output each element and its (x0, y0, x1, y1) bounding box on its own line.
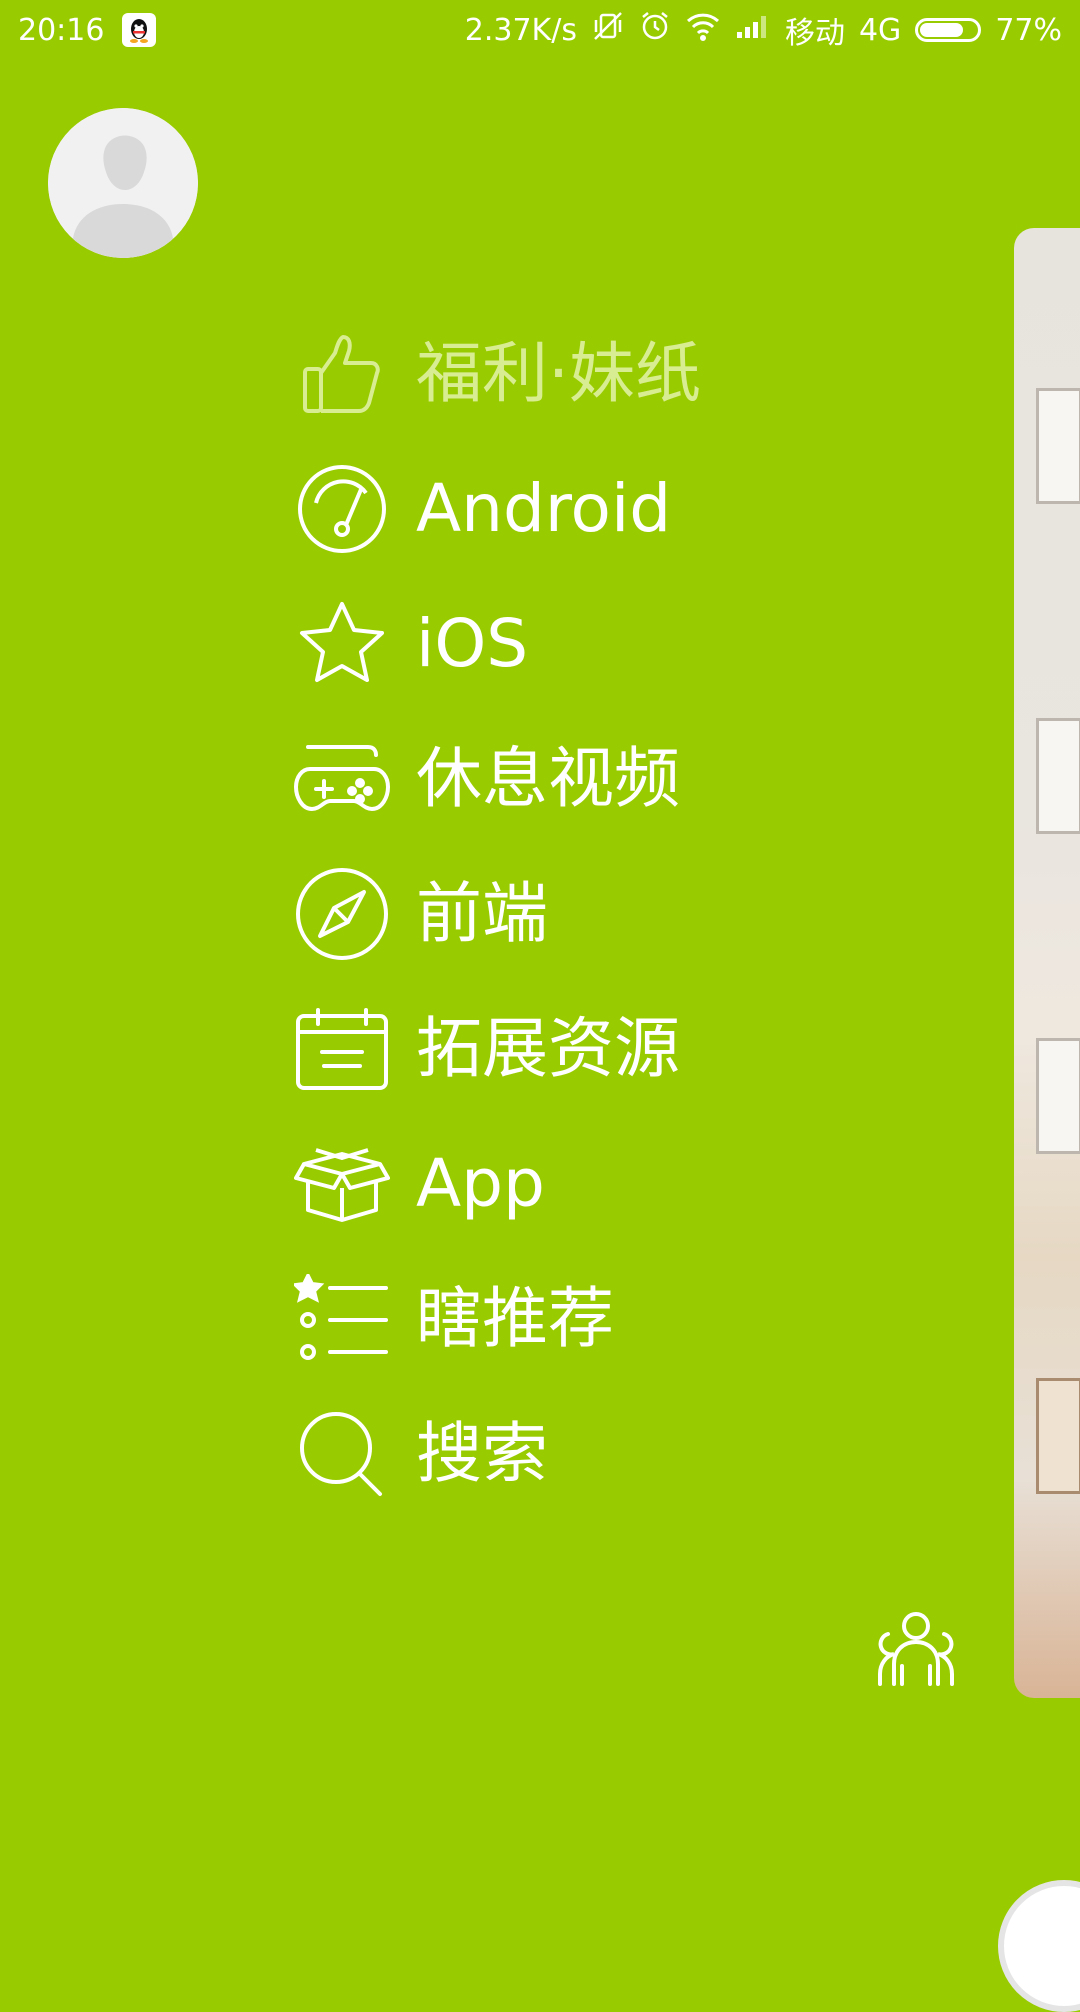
speedometer-icon (292, 459, 392, 559)
star-icon (292, 594, 392, 694)
floating-action-button[interactable] (998, 1880, 1080, 2012)
menu-item-resources[interactable]: 拓展资源 (292, 981, 1012, 1116)
preview-window-shape (1036, 718, 1080, 834)
qq-notification-icon (122, 13, 157, 47)
drawer-menu: 福利·妹纸 Android iOS 休息视频 前端 拓展资源 App 瞎推荐 搜… (292, 306, 1012, 1521)
carrier-name: 移动 (784, 16, 845, 51)
default-avatar-icon (48, 108, 198, 258)
signal-icon (735, 12, 771, 48)
menu-item-recommend[interactable]: 瞎推荐 (292, 1251, 1012, 1386)
menu-label: 福利·妹纸 (416, 334, 701, 412)
menu-label: 前端 (416, 874, 548, 952)
menu-label: iOS (416, 604, 529, 682)
thumbs-up-icon (292, 324, 392, 424)
menu-item-ios[interactable]: iOS (292, 576, 1012, 711)
battery-icon (915, 18, 982, 42)
alarm-icon (639, 10, 671, 50)
wifi-icon (685, 11, 721, 49)
menu-item-android[interactable]: Android (292, 441, 1012, 576)
main-content-preview[interactable] (1014, 228, 1080, 1698)
community-icon[interactable] (868, 1604, 964, 1700)
menu-item-frontend[interactable]: 前端 (292, 846, 1012, 981)
network-type: 4G (858, 12, 902, 48)
menu-item-welfare[interactable]: 福利·妹纸 (292, 306, 1012, 441)
battery-fill (920, 23, 964, 37)
menu-item-videos[interactable]: 休息视频 (292, 711, 1012, 846)
status-time: 20:16 (18, 12, 105, 48)
compass-icon (292, 864, 392, 964)
menu-label: Android (416, 469, 672, 547)
list-icon (292, 1269, 392, 1369)
network-speed: 2.37K/s (464, 12, 577, 48)
menu-item-search[interactable]: 搜索 (292, 1386, 1012, 1521)
calendar-icon (292, 999, 392, 1099)
menu-label: 拓展资源 (416, 1009, 680, 1087)
menu-label: 休息视频 (416, 739, 680, 817)
user-avatar[interactable] (48, 108, 198, 258)
menu-label: App (416, 1144, 545, 1222)
status-bar: 20:16 2.37K/s 移动 4G 77% (0, 0, 1080, 60)
preview-window-shape (1036, 1038, 1080, 1154)
search-icon (292, 1404, 392, 1504)
preview-window-shape (1036, 388, 1080, 504)
menu-label: 瞎推荐 (416, 1279, 614, 1357)
box-icon (292, 1134, 392, 1234)
gamepad-icon (292, 729, 392, 829)
menu-item-app[interactable]: App (292, 1116, 1012, 1251)
battery-percent: 77% (995, 12, 1062, 48)
menu-label: 搜索 (416, 1414, 548, 1492)
vibrate-off-icon (591, 9, 625, 51)
preview-window-shape (1036, 1378, 1080, 1494)
